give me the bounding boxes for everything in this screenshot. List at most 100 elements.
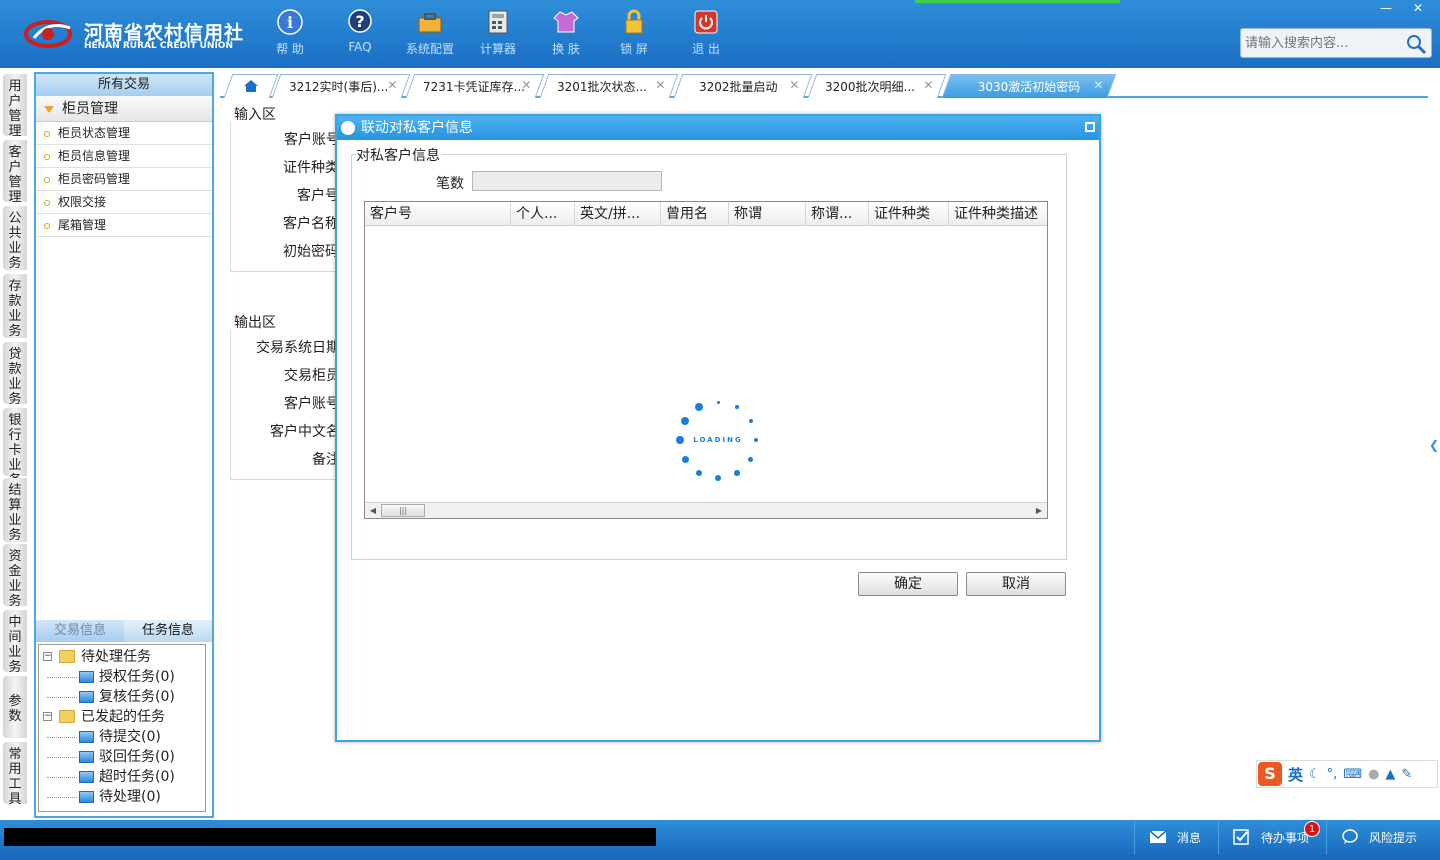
close-tab-icon[interactable]: ✕ — [789, 78, 799, 92]
vnav-user-management[interactable]: 用户管理 — [3, 74, 27, 139]
col-customer-no[interactable]: 客户号 — [365, 202, 511, 226]
col-english-pinyin[interactable]: 英文/拼... — [575, 202, 661, 226]
messages-button[interactable]: 消息 — [1134, 820, 1218, 854]
tab-7231[interactable]: 7231卡凭证库存... ✕ — [405, 74, 545, 98]
collapse-right-panel-icon[interactable]: ❮ — [1428, 425, 1440, 465]
field-label-teller: 交易柜员 — [284, 368, 340, 384]
menu-item-tail-box[interactable]: 尾箱管理 — [36, 214, 212, 237]
skin-button[interactable]: 换 肤 — [536, 8, 596, 60]
tab-label: 3200批次明细... — [825, 79, 915, 94]
col-former-name[interactable]: 曾用名 — [661, 202, 729, 226]
vnav-parameters[interactable]: 参数 — [3, 676, 27, 738]
tree-node-pending[interactable]: − 待处理任务 — [39, 647, 205, 667]
teller-management-group[interactable]: 柜员管理 — [36, 96, 212, 122]
tab-3202[interactable]: 3202批量启动 ✕ — [673, 74, 813, 98]
user-icon[interactable]: ● — [1368, 767, 1379, 782]
scroll-right-icon[interactable]: ▶ — [1033, 505, 1045, 517]
tab-task-info[interactable]: 任务信息 — [124, 620, 212, 642]
wrench-icon[interactable]: ✎ — [1401, 767, 1412, 782]
tree-node-to-process[interactable]: 待处理(0) — [39, 787, 205, 807]
logo-mark-icon — [24, 20, 72, 48]
col-id-type[interactable]: 证件种类 — [869, 202, 949, 226]
tab-transaction-info[interactable]: 交易信息 — [36, 620, 124, 642]
close-tab-icon[interactable]: ✕ — [387, 78, 397, 92]
bullet-icon — [44, 176, 50, 183]
risk-alert-button[interactable]: 风险提示 — [1326, 820, 1440, 854]
shirt-skin-icon[interactable]: ▲ — [1385, 767, 1395, 782]
vnav-public-business[interactable]: 公共业务 — [3, 206, 27, 271]
lock-screen-button[interactable]: 锁 屏 — [604, 8, 664, 60]
maximize-icon[interactable] — [1085, 122, 1095, 132]
search-icon[interactable] — [1405, 33, 1427, 55]
search-input[interactable] — [1241, 29, 1401, 57]
help-label: 帮 助 — [276, 42, 304, 56]
tab-3030[interactable]: 3030激活初始密码 ✕ — [941, 74, 1117, 98]
collapse-icon[interactable]: − — [43, 712, 52, 721]
col-title-desc[interactable]: 称谓... — [806, 202, 869, 226]
scroll-thumb[interactable]: ||| — [381, 504, 425, 517]
vnav-loan-business[interactable]: 贷款业务 — [3, 342, 27, 407]
collapse-icon[interactable]: − — [43, 652, 52, 661]
close-tab-icon[interactable]: ✕ — [521, 78, 531, 92]
faq-button[interactable]: ? FAQ — [330, 8, 390, 60]
field-label-out-account: 客户账号 — [284, 396, 340, 412]
ok-button[interactable]: 确定 — [858, 572, 958, 596]
field-label-initial-password: 初始密码 — [283, 244, 339, 260]
minimize-button[interactable]: — — [1370, 0, 1402, 18]
tree-node-initiated[interactable]: − 已发起的任务 — [39, 707, 205, 727]
punctuation-icon[interactable]: °, — [1327, 767, 1338, 782]
chat-bubble-icon — [1342, 829, 1358, 844]
app-header: 河南省农村信用社 HENAN RURAL CREDIT UNION i 帮 助 … — [0, 0, 1440, 68]
menu-item-permission-handover[interactable]: 权限交接 — [36, 191, 212, 214]
tab-3200[interactable]: 3200批次明细... ✕ — [807, 74, 947, 98]
moon-icon[interactable]: ☾ — [1309, 767, 1321, 782]
scroll-left-icon[interactable]: ◀ — [367, 505, 379, 517]
vnav-intermediate-business[interactable]: 中间业务 — [3, 610, 27, 675]
tree-node-to-submit[interactable]: 待提交(0) — [39, 727, 205, 747]
close-window-button[interactable]: ✕ — [1402, 0, 1434, 18]
bullet-icon — [44, 199, 50, 206]
dialog-titlebar[interactable]: 联动对私客户信息 — [337, 116, 1099, 140]
col-personal[interactable]: 个人... — [511, 202, 575, 226]
vnav-deposit-business[interactable]: 存款业务 — [3, 274, 27, 339]
ime-mode[interactable]: 英 — [1288, 764, 1303, 785]
cancel-button[interactable]: 取消 — [966, 572, 1066, 596]
vnav-settlement-business[interactable]: 结算业务 — [3, 478, 27, 543]
help-button[interactable]: i 帮 助 — [260, 8, 320, 60]
system-config-label: 系统配置 — [405, 42, 454, 56]
vnav-bank-card-business[interactable]: 银行卡业务 — [3, 408, 27, 488]
tab-home[interactable] — [223, 74, 279, 98]
col-title[interactable]: 称谓 — [729, 202, 806, 226]
sogou-ime-icon[interactable]: S — [1258, 762, 1282, 786]
menu-item-label: 尾箱管理 — [58, 218, 107, 232]
spinner-dot — [748, 456, 754, 462]
vnav-customer-management[interactable]: 客户管理 — [3, 140, 27, 205]
keyboard-icon[interactable]: ⌨ — [1343, 767, 1362, 782]
horizontal-scrollbar[interactable]: ◀ ||| ▶ — [365, 502, 1047, 518]
tab-3201[interactable]: 3201批次状态... ✕ — [539, 74, 679, 98]
close-tab-icon[interactable]: ✕ — [655, 78, 665, 92]
tree-node-review-tasks[interactable]: 复核任务(0) — [39, 687, 205, 707]
close-tab-icon[interactable]: ✕ — [923, 78, 933, 92]
calculator-button[interactable]: 计算器 — [468, 8, 528, 60]
tab-3212[interactable]: 3212实时(事后)... ✕ — [271, 74, 411, 98]
menu-item-teller-password[interactable]: 柜员密码管理 — [36, 168, 212, 191]
spinner-dot — [715, 475, 721, 481]
task-area: 交易信息 任务信息 − 待处理任务 授权任务(0) 复核任务(0) − 已发起的任务… — [36, 620, 212, 816]
system-config-button[interactable]: 系统配置 — [400, 8, 460, 60]
vnav-fund-business[interactable]: 资金业务 — [3, 544, 27, 609]
menu-item-teller-status[interactable]: 柜员状态管理 — [36, 122, 212, 145]
tree-node-timeout[interactable]: 超时任务(0) — [39, 767, 205, 787]
field-label-cn-name: 客户中文名 — [270, 424, 340, 440]
exit-button[interactable]: 退 出 — [676, 8, 736, 60]
count-field[interactable] — [472, 171, 662, 191]
vnav-common-tools[interactable]: 常用工具 — [3, 742, 27, 807]
tree-node-rejected[interactable]: 驳回任务(0) — [39, 747, 205, 767]
col-id-type-desc[interactable]: 证件种类描述 — [949, 202, 1047, 226]
close-tab-icon[interactable]: ✕ — [1093, 78, 1103, 92]
all-transactions-header[interactable]: 所有交易 — [36, 74, 212, 96]
status-strip — [915, 0, 1120, 3]
tree-node-auth-tasks[interactable]: 授权任务(0) — [39, 667, 205, 687]
menu-item-label: 柜员状态管理 — [58, 126, 131, 140]
menu-item-teller-info[interactable]: 柜员信息管理 — [36, 145, 212, 168]
